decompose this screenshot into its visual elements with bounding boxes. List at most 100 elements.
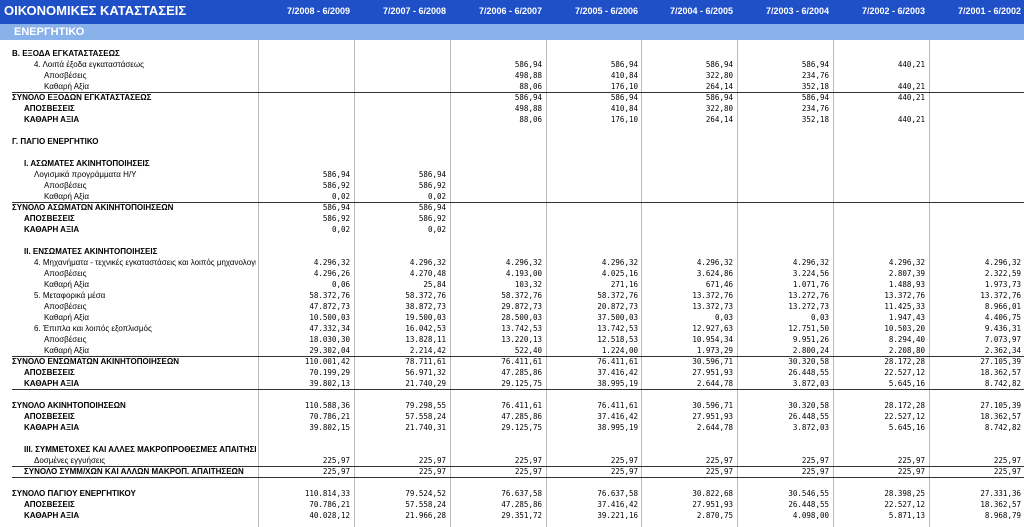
cell-value[interactable]: 440,21 [835, 59, 925, 70]
cell-value[interactable]: 1.488,93 [835, 279, 925, 290]
cell-value[interactable]: 30.596,71 [643, 356, 733, 367]
cell-value[interactable]: 3.872,03 [739, 378, 829, 389]
cell-value[interactable]: 8.742,82 [931, 378, 1021, 389]
cell-value[interactable]: 20.872,73 [548, 301, 638, 312]
cell-value[interactable]: 498,88 [452, 70, 542, 81]
cell-value[interactable]: 21.740,29 [356, 378, 446, 389]
cell-value[interactable]: 12.751,50 [739, 323, 829, 334]
column-header[interactable]: 7/2005 - 6/2006 [546, 6, 638, 16]
cell-value[interactable]: 40.028,12 [260, 510, 350, 521]
cell-value[interactable]: 4.296,32 [739, 257, 829, 268]
cell-value[interactable]: 4.296,32 [356, 257, 446, 268]
cell-value[interactable]: 19.500,03 [356, 312, 446, 323]
cell-value[interactable]: 13.220,13 [452, 334, 542, 345]
cell-value[interactable]: 4.270,48 [356, 268, 446, 279]
cell-value[interactable]: 225,97 [835, 455, 925, 466]
cell-value[interactable]: 21.740,31 [356, 422, 446, 433]
cell-value[interactable]: 9.436,31 [931, 323, 1021, 334]
cell-value[interactable]: 22.527,12 [835, 367, 925, 378]
cell-value[interactable]: 3.872,03 [739, 422, 829, 433]
cell-value[interactable]: 57.558,24 [356, 411, 446, 422]
cell-value[interactable]: 2.800,24 [739, 345, 829, 356]
cell-value[interactable]: 352,18 [739, 81, 829, 92]
cell-value[interactable]: 176,10 [548, 114, 638, 125]
column-header[interactable]: 7/2006 - 6/2007 [450, 6, 542, 16]
cell-value[interactable]: 110.588,36 [260, 400, 350, 411]
cell-value[interactable]: 7.073,97 [931, 334, 1021, 345]
cell-value[interactable]: 4.296,26 [260, 268, 350, 279]
cell-value[interactable]: 2.870,75 [643, 510, 733, 521]
cell-value[interactable]: 29.351,72 [452, 510, 542, 521]
cell-value[interactable]: 39.802,13 [260, 378, 350, 389]
cell-value[interactable]: 440,21 [835, 114, 925, 125]
cell-value[interactable]: 27.105,39 [931, 400, 1021, 411]
cell-value[interactable]: 58.372,76 [356, 290, 446, 301]
cell-value[interactable]: 586,94 [643, 92, 733, 103]
cell-value[interactable]: 3.624,86 [643, 268, 733, 279]
cell-value[interactable]: 225,97 [739, 466, 829, 477]
cell-value[interactable]: 4.296,32 [548, 257, 638, 268]
cell-value[interactable]: 56.971,32 [356, 367, 446, 378]
cell-value[interactable]: 225,97 [835, 466, 925, 477]
cell-value[interactable]: 58.372,76 [452, 290, 542, 301]
cell-value[interactable]: 586,92 [356, 180, 446, 191]
cell-value[interactable]: 4.296,32 [835, 257, 925, 268]
cell-value[interactable]: 225,97 [739, 455, 829, 466]
cell-value[interactable]: 28.172,28 [835, 400, 925, 411]
cell-value[interactable]: 10.954,34 [643, 334, 733, 345]
cell-value[interactable]: 9.951,26 [739, 334, 829, 345]
cell-value[interactable]: 79.524,52 [356, 488, 446, 499]
cell-value[interactable]: 176,10 [548, 81, 638, 92]
cell-value[interactable]: 26.448,55 [739, 411, 829, 422]
cell-value[interactable]: 13.372,76 [835, 290, 925, 301]
cell-value[interactable]: 0,03 [643, 312, 733, 323]
cell-value[interactable]: 76.411,61 [452, 400, 542, 411]
cell-value[interactable]: 27.331,36 [931, 488, 1021, 499]
cell-value[interactable]: 70.199,29 [260, 367, 350, 378]
cell-value[interactable]: 2.644,78 [643, 422, 733, 433]
cell-value[interactable]: 2.322,59 [931, 268, 1021, 279]
cell-value[interactable]: 522,40 [452, 345, 542, 356]
cell-value[interactable]: 37.416,42 [548, 411, 638, 422]
cell-value[interactable]: 440,21 [835, 81, 925, 92]
cell-value[interactable]: 264,14 [643, 114, 733, 125]
cell-value[interactable]: 2.214,42 [356, 345, 446, 356]
column-header[interactable]: 7/2008 - 6/2009 [258, 6, 350, 16]
cell-value[interactable]: 5.645,16 [835, 422, 925, 433]
cell-value[interactable]: 78.711,61 [356, 356, 446, 367]
cell-value[interactable]: 47.285,86 [452, 411, 542, 422]
cell-value[interactable]: 10.503,20 [835, 323, 925, 334]
cell-value[interactable]: 13.742,53 [452, 323, 542, 334]
cell-value[interactable]: 225,97 [548, 466, 638, 477]
cell-value[interactable]: 26.448,55 [739, 499, 829, 510]
cell-value[interactable]: 22.527,12 [835, 411, 925, 422]
cell-value[interactable]: 1.071,76 [739, 279, 829, 290]
cell-value[interactable]: 1.973,29 [643, 345, 733, 356]
cell-value[interactable]: 70.786,21 [260, 411, 350, 422]
column-header[interactable]: 7/2002 - 6/2003 [833, 6, 925, 16]
cell-value[interactable]: 2.644,78 [643, 378, 733, 389]
cell-value[interactable]: 30.320,58 [739, 400, 829, 411]
cell-value[interactable]: 26.448,55 [739, 367, 829, 378]
cell-value[interactable]: 13.372,76 [643, 290, 733, 301]
cell-value[interactable]: 586,94 [548, 59, 638, 70]
cell-value[interactable]: 103,32 [452, 279, 542, 290]
cell-value[interactable]: 30.822,68 [643, 488, 733, 499]
cell-value[interactable]: 88,06 [452, 81, 542, 92]
cell-value[interactable]: 39.221,16 [548, 510, 638, 521]
cell-value[interactable]: 234,76 [739, 70, 829, 81]
cell-value[interactable]: 13.272,76 [739, 290, 829, 301]
cell-value[interactable]: 38.872,73 [356, 301, 446, 312]
cell-value[interactable]: 2.807,39 [835, 268, 925, 279]
cell-value[interactable]: 225,97 [260, 455, 350, 466]
cell-value[interactable]: 2.362,34 [931, 345, 1021, 356]
cell-value[interactable]: 586,94 [739, 92, 829, 103]
cell-value[interactable]: 27.105,39 [931, 356, 1021, 367]
cell-value[interactable]: 4.025,16 [548, 268, 638, 279]
cell-value[interactable]: 586,94 [356, 202, 446, 213]
column-header[interactable]: 7/2001 - 6/2002 [929, 6, 1021, 16]
cell-value[interactable]: 440,21 [835, 92, 925, 103]
cell-value[interactable]: 4.406,75 [931, 312, 1021, 323]
cell-value[interactable]: 16.042,53 [356, 323, 446, 334]
cell-value[interactable]: 410,84 [548, 103, 638, 114]
